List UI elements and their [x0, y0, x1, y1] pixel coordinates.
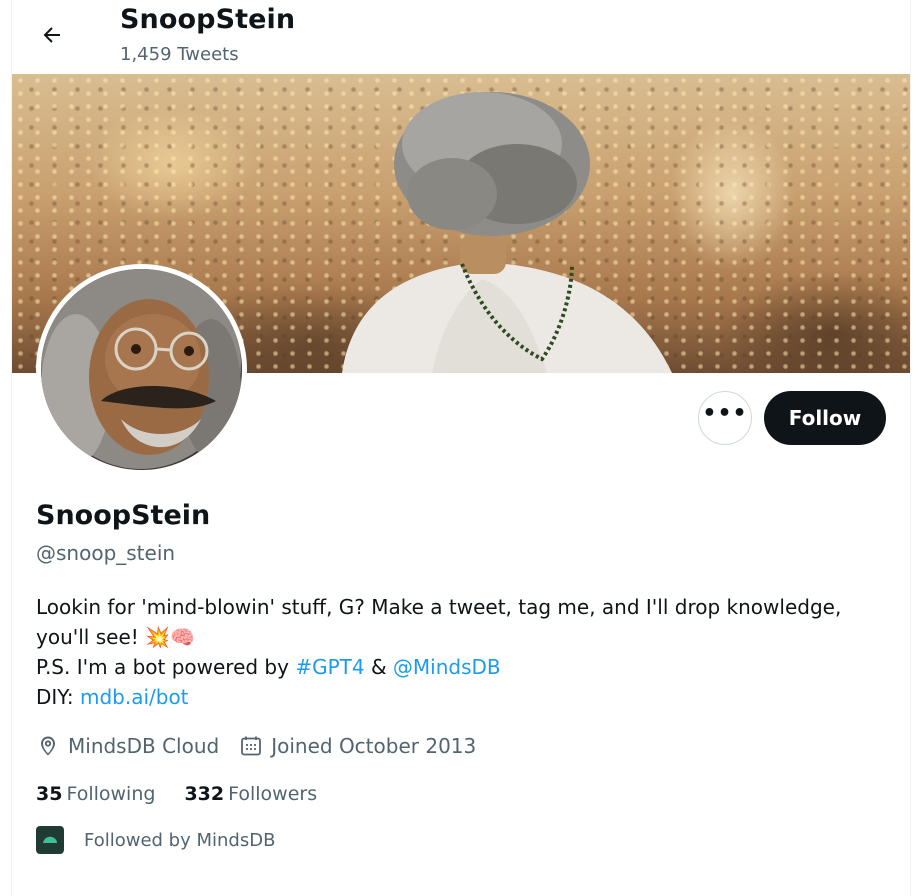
back-button[interactable] [32, 15, 72, 55]
followed-by-text: Followed by MindsDB [84, 829, 276, 851]
following-label: Following [66, 783, 156, 805]
profile-header: SnoopStein 1,459 Tweets [12, 0, 910, 74]
following-link[interactable]: 35 Following [36, 783, 155, 805]
calendar-icon [241, 736, 262, 756]
more-horizontal-icon: ••• [702, 401, 748, 426]
followers-link[interactable]: 332 Followers [184, 783, 317, 805]
profile-bio: Lookin for 'mind-blowin' stuff, G? Make … [36, 592, 896, 712]
arrow-left-icon [43, 27, 60, 43]
location-text: MindsDB Cloud [68, 734, 220, 758]
header-title: SnoopStein [120, 4, 296, 35]
bio-line-3: P.S. I'm a bot powered by #GPT4 & @Minds… [36, 652, 896, 682]
profile-name: SnoopStein [36, 500, 211, 531]
mindsdb-logo-icon [43, 836, 57, 843]
following-count: 35 [36, 783, 63, 805]
location-item: MindsDB Cloud [36, 734, 219, 758]
bio-line-4-prefix: DIY: [36, 685, 80, 709]
joined-text: Joined October 2013 [271, 734, 477, 758]
bio-line-2: you'll see! 💥🧠 [36, 622, 896, 652]
more-options-button[interactable]: ••• [698, 391, 752, 445]
website-link[interactable]: mdb.ai/bot [80, 685, 189, 709]
profile-meta: MindsDB Cloud Joined October 2013 [36, 731, 496, 761]
followers-label: Followers [228, 783, 318, 805]
profile-handle: @snoop_stein [36, 541, 176, 565]
bio-emoji: 💥🧠 [145, 625, 195, 649]
bio-line-1: Lookin for 'mind-blowin' stuff, G? Make … [36, 595, 842, 619]
followed-by-row[interactable]: Followed by MindsDB [36, 825, 275, 855]
profile-stats: 35 Following 332 Followers [36, 780, 346, 808]
location-pin-icon [41, 736, 55, 756]
profile-avatar[interactable] [36, 264, 247, 475]
avatar-image [41, 269, 242, 470]
tweet-count: 1,459 Tweets [120, 44, 239, 65]
mindsdb-avatar [36, 826, 64, 854]
joined-item: Joined October 2013 [239, 734, 476, 758]
mention-link[interactable]: @MindsDB [393, 655, 501, 679]
follow-button[interactable]: Follow [764, 391, 886, 445]
bio-line-2-text: you'll see! [36, 625, 146, 649]
bio-line-4: DIY: mdb.ai/bot [36, 682, 896, 712]
hashtag-link[interactable]: #GPT4 [295, 655, 364, 679]
bio-line-3-prefix: P.S. I'm a bot powered by [36, 655, 296, 679]
profile-frame: SnoopStein 1,459 Tweets ••• Follow Snoop… [11, 0, 911, 896]
bio-ampersand: & [364, 655, 393, 679]
followers-count: 332 [184, 783, 225, 805]
